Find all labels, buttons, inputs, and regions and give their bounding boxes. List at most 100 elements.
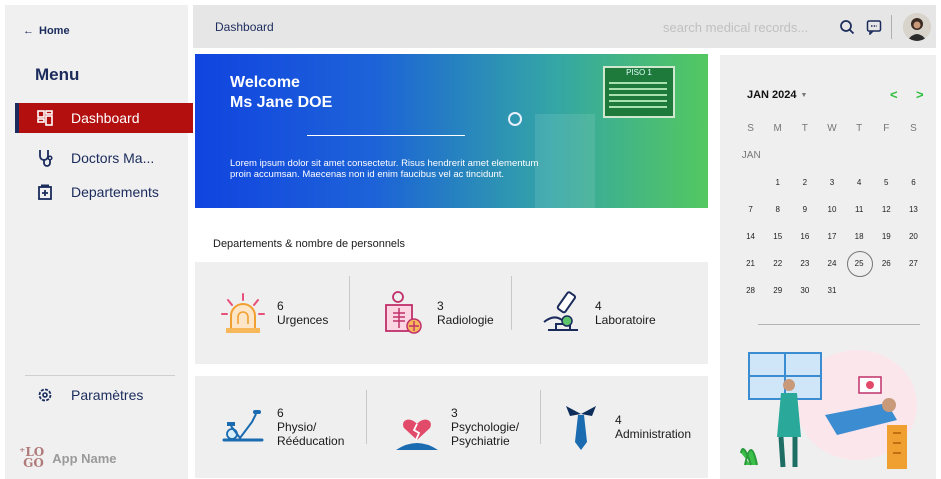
dept-name: Administration: [615, 427, 692, 441]
dept-divider: [511, 276, 512, 330]
calendar-divider: [758, 324, 920, 325]
calendar-day[interactable]: 2: [791, 178, 818, 187]
home-label: Home: [39, 25, 70, 37]
calendar-day[interactable]: 26: [873, 259, 900, 268]
dept-name: Laboratoire: [595, 313, 656, 327]
chat-icon[interactable]: [864, 17, 884, 37]
home-link[interactable]: ← Home: [23, 25, 70, 37]
dept-count: 3: [437, 299, 444, 313]
weekday: S: [910, 123, 917, 134]
calendar-day[interactable]: 3: [818, 178, 845, 187]
departments-card: 6 Urgences 3 Radiologie 4 Laboratoire: [195, 262, 708, 364]
sidebar-item-label: Departements: [71, 184, 159, 200]
clock-icon: [508, 112, 522, 126]
calendar-next-button[interactable]: >: [916, 87, 924, 102]
topbar-divider: [891, 15, 892, 39]
sign-line: [609, 88, 667, 90]
dept-name: Radiologie: [437, 313, 494, 327]
calendar-day[interactable]: 23: [791, 259, 818, 268]
doctor-patient-illustration: [737, 345, 917, 475]
calendar-day[interactable]: 1: [764, 178, 791, 187]
dept-name-line2: Psychiatrie: [451, 434, 510, 448]
dept-laboratoire[interactable]: 4 Laboratoire: [535, 287, 656, 339]
stethoscope-icon: [35, 148, 55, 168]
weekday: F: [883, 123, 890, 134]
search-icon[interactable]: [837, 17, 857, 37]
calendar-weekdays: S M T W T F S: [737, 115, 927, 142]
calendar-day[interactable]: 30: [791, 286, 818, 295]
welcome-name: Ms Jane DOE: [230, 94, 333, 111]
calendar-day[interactable]: 4: [846, 178, 873, 187]
sidebar-item-label: Doctors Ma...: [71, 150, 155, 166]
dept-name: Urgences: [277, 313, 329, 327]
calendar-day[interactable]: 25: [846, 251, 873, 277]
sign-line: [609, 82, 667, 84]
avatar[interactable]: [903, 13, 931, 41]
calendar-day[interactable]: 14: [737, 232, 764, 241]
calendar-day[interactable]: 18: [846, 232, 873, 241]
emergency-siren-icon: [217, 287, 269, 339]
sidebar-item-settings[interactable]: Paramètres: [15, 380, 193, 410]
broken-heart-head-icon: [391, 401, 443, 453]
calendar-day[interactable]: 11: [846, 205, 873, 214]
calendar-day[interactable]: 7: [737, 205, 764, 214]
dept-divider: [366, 390, 367, 444]
calendar-day[interactable]: 24: [818, 259, 845, 268]
weekday: W: [827, 123, 837, 134]
dept-name-line1: Psychologie/: [451, 420, 520, 434]
breadcrumb: Dashboard: [215, 20, 274, 34]
dept-administration[interactable]: 4 Administration: [555, 401, 691, 453]
banner-text: Lorem ipsum dolor sit amet consectetur. …: [230, 158, 539, 180]
departments-title: Departements & nombre de personnels: [213, 238, 405, 250]
dept-physio[interactable]: 6 Physio/ Rééducation: [217, 401, 344, 453]
calendar-grid: S M T W T F S JAN 1 2 3 4 5 6 7 8 9 10 11 12 13 14 15 1…: [737, 115, 927, 304]
menu-title: Menu: [35, 65, 80, 84]
settings-label: Paramètres: [71, 387, 144, 403]
calendar-day[interactable]: 19: [873, 232, 900, 241]
calendar-day[interactable]: 12: [873, 205, 900, 214]
sidebar-item-departements[interactable]: Departements: [15, 177, 193, 207]
calendar-day[interactable]: 20: [900, 232, 927, 241]
calendar-day[interactable]: 22: [764, 259, 791, 268]
calendar-day[interactable]: 16: [791, 232, 818, 241]
calendar-week: 14 15 16 17 18 19 20: [737, 223, 927, 250]
main-content: PISO 1 Welcome Ms Jane DOE Lorem ipsum d…: [193, 48, 716, 479]
dept-count: 4: [595, 299, 602, 313]
calendar-week: 28 29 30 31: [737, 277, 927, 304]
calendar-day[interactable]: 27: [900, 259, 927, 268]
hospital-building-icon: [35, 182, 55, 202]
calendar-day[interactable]: 17: [818, 232, 845, 241]
sidebar-item-label: Dashboard: [71, 110, 140, 126]
dept-count: 6: [277, 299, 284, 313]
search-input[interactable]: [663, 17, 833, 37]
calendar-week: 21 22 23 24 25 26 27: [737, 250, 927, 277]
calendar-week: 123456: [737, 169, 927, 196]
calendar-prev-button[interactable]: <: [890, 87, 898, 102]
dashboard-grid-icon: [35, 108, 55, 128]
calendar-day[interactable]: 29: [764, 286, 791, 295]
calendar-day[interactable]: 15: [764, 232, 791, 241]
dept-urgences[interactable]: 6 Urgences: [217, 287, 328, 339]
calendar-day[interactable]: 28: [737, 286, 764, 295]
sign-line: [609, 94, 667, 96]
dept-psychologie[interactable]: 3 Psychologie/ Psychiatrie: [391, 401, 519, 453]
dept-divider: [540, 390, 541, 444]
necktie-icon: [555, 401, 607, 453]
dept-radiologie[interactable]: 3 Radiologie: [377, 287, 494, 339]
calendar-day[interactable]: 6: [900, 178, 927, 187]
dept-name-line2: Rééducation: [277, 434, 345, 448]
departments-card: 6 Physio/ Rééducation 3 Psychologie/ Psy…: [195, 376, 708, 478]
weekday: T: [801, 123, 808, 134]
calendar-month-selector[interactable]: JAN 2024 ▼: [747, 89, 807, 101]
calendar-day[interactable]: 13: [900, 205, 927, 214]
calendar-day[interactable]: 31: [818, 286, 845, 295]
calendar-day[interactable]: 5: [873, 178, 900, 187]
calendar-day[interactable]: 8: [764, 205, 791, 214]
sidebar-item-doctors[interactable]: Doctors Ma...: [15, 143, 193, 173]
calendar-day[interactable]: 9: [791, 205, 818, 214]
calendar-day[interactable]: 10: [818, 205, 845, 214]
top-bar: Dashboard: [193, 5, 936, 48]
sidebar-item-dashboard[interactable]: Dashboard: [15, 103, 193, 133]
calendar-day[interactable]: 21: [737, 259, 764, 268]
calendar-month-label: JAN 2024: [747, 89, 797, 101]
